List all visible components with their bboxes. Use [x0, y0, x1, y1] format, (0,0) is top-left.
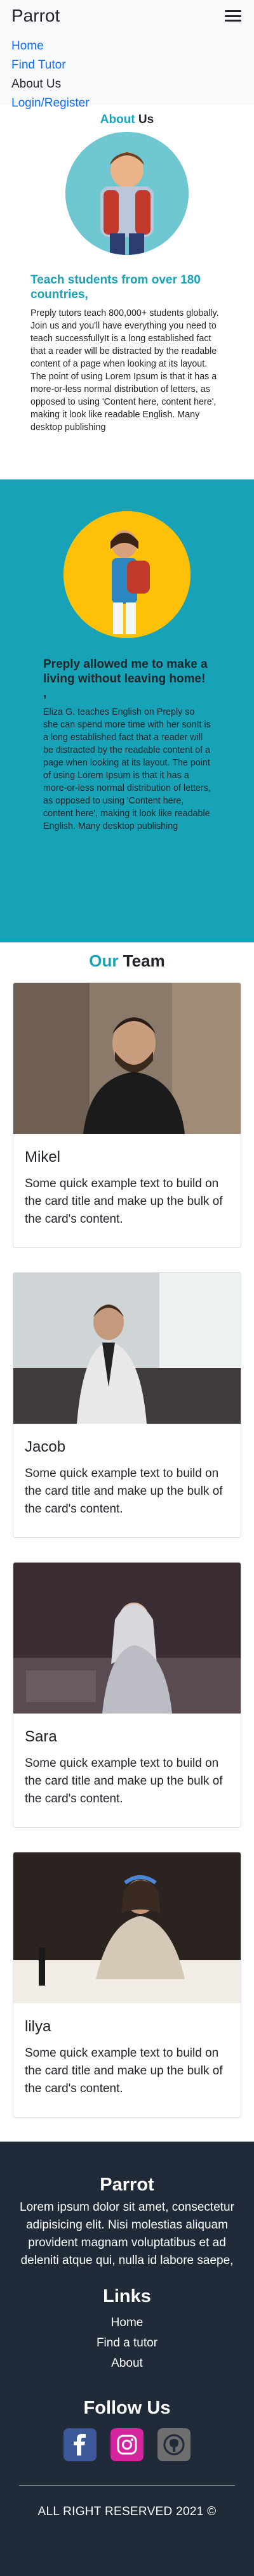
card-title: lilya [25, 2018, 51, 2035]
student-photo [65, 132, 189, 255]
facebook-icon[interactable] [64, 2428, 97, 2461]
nav-item-about[interactable]: About Us [11, 75, 243, 94]
footer-link-about[interactable]: About [19, 2353, 235, 2374]
team-section: Our Team Mikel Some quick example text t… [0, 942, 254, 2117]
nav-links: Home Find Tutor About Us Login/Register [11, 37, 243, 113]
card-body: lilya Some quick example text to build o… [13, 2003, 241, 2117]
card-title: Sara [25, 1728, 57, 1745]
footer-link-home[interactable]: Home [19, 2313, 235, 2333]
about-title-rest: Us [135, 113, 154, 126]
navbar-top: Parrot [11, 3, 243, 29]
nav-item-home[interactable]: Home [11, 37, 243, 56]
team-title-rest: Team [118, 951, 165, 970]
card-body: Sara Some quick example text to build on… [13, 1714, 241, 1827]
menu-icon[interactable] [225, 9, 241, 23]
team-card: Sara Some quick example text to build on… [13, 1562, 241, 1828]
nav-link-login[interactable]: Login/Register [11, 96, 90, 110]
card-text: Some quick example text to build on the … [25, 2046, 223, 2095]
team-title: Our Team [13, 951, 241, 971]
github-icon[interactable] [157, 2428, 190, 2461]
card-body: Jacob Some quick example text to build o… [13, 1424, 241, 1537]
nav-link-home[interactable]: Home [11, 39, 44, 53]
testimonial-heading: Preply allowed me to make a living witho… [43, 658, 208, 700]
social-links [19, 2428, 235, 2461]
team-card: Jacob Some quick example text to build o… [13, 1272, 241, 1538]
about-section: About Us Teach students from over 180 co… [0, 105, 254, 479]
footer-text: Lorem ipsum dolor sit amet, consectetur … [20, 2201, 234, 2267]
follow-title: Follow Us [83, 2398, 171, 2418]
footer-link-find-tutor[interactable]: Find a tutor [19, 2333, 235, 2353]
nav-link-find-tutor[interactable]: Find Tutor [11, 58, 66, 72]
footer-title: Parrot [100, 2175, 154, 2195]
footer-links: Home Find a tutor About [19, 2313, 235, 2374]
about-text: Preply tutors teach 800,000+ students gl… [30, 308, 219, 433]
instagram-icon[interactable] [110, 2428, 144, 2461]
card-text: Some quick example text to build on the … [25, 1757, 223, 1805]
card-title: Mikel [25, 1148, 61, 1166]
team-member-photo [13, 1273, 241, 1424]
about-title-highlight: About [100, 113, 135, 126]
card-title: Jacob [25, 1438, 66, 1455]
footer-divider [19, 2485, 235, 2486]
card-text: Some quick example text to build on the … [25, 1467, 223, 1516]
team-member-photo [13, 1563, 241, 1714]
brand-logo[interactable]: Parrot [11, 6, 60, 26]
team-member-photo [13, 983, 241, 1134]
about-title: About Us [0, 113, 254, 127]
team-card: Mikel Some quick example text to build o… [13, 982, 241, 1248]
card-text: Some quick example text to build on the … [25, 1177, 223, 1226]
team-card: lilya Some quick example text to build o… [13, 1852, 241, 2117]
team-title-highlight: Our [89, 951, 119, 970]
team-member-photo [13, 1852, 241, 2003]
nav-item-find-tutor[interactable]: Find Tutor [11, 56, 243, 75]
testimonial-text: Eliza G. teaches English on Preply so sh… [43, 707, 211, 831]
nav-link-about[interactable]: About Us [11, 77, 61, 91]
navbar: Parrot Home Find Tutor About Us Login/Re… [0, 0, 254, 110]
tutor-photo [64, 511, 190, 638]
copyright: ALL RIGHT RESERVED 2021 © [37, 2505, 217, 2518]
footer: Parrot Lorem ipsum dolor sit amet, conse… [0, 2142, 254, 2576]
footer-links-title: Links [103, 2286, 151, 2306]
card-body: Mikel Some quick example text to build o… [13, 1134, 241, 1247]
testimonial-section: Preply allowed me to make a living witho… [0, 479, 254, 942]
about-heading: Teach students from over 180 countries, [30, 273, 201, 301]
